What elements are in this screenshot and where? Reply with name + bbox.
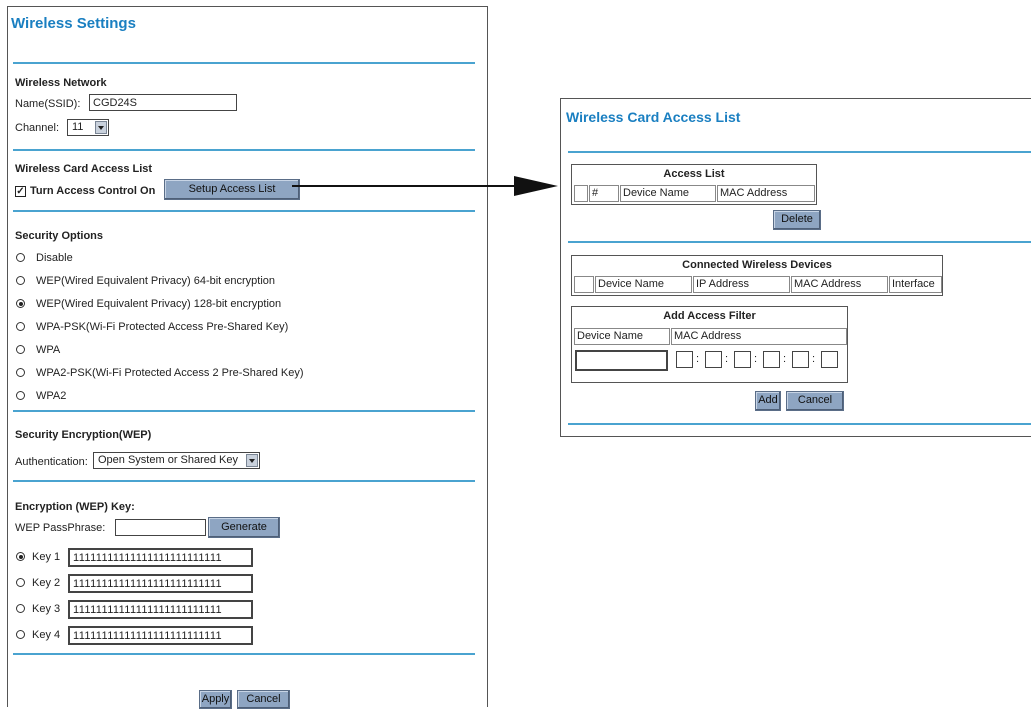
security-option-label: WPA2-PSK(Wi-Fi Protected Access 2 Pre-Sh… xyxy=(36,367,304,379)
table-header-cell: MAC Address xyxy=(791,276,888,293)
divider xyxy=(568,151,1031,153)
divider xyxy=(13,480,475,482)
security-option-radio[interactable] xyxy=(16,276,25,285)
wep-key-radio[interactable] xyxy=(16,578,25,587)
access-control-checkbox[interactable]: ✓ xyxy=(15,186,26,197)
connected-devices-table: Connected Wireless Devices Device Name I… xyxy=(571,255,943,296)
security-option-radio[interactable] xyxy=(16,322,25,331)
divider xyxy=(13,62,475,64)
wep-key-heading: Encryption (WEP) Key: xyxy=(15,501,135,513)
divider xyxy=(13,210,475,212)
wep-key-radio[interactable] xyxy=(16,552,25,561)
ssid-input[interactable]: CGD24S xyxy=(89,94,237,111)
authentication-select[interactable]: Open System or Shared Key xyxy=(93,452,260,469)
security-options-heading: Security Options xyxy=(15,230,104,242)
access-list-panel: Wireless Card Access List Access List # … xyxy=(560,98,1031,437)
wep-key-label: Key 4 xyxy=(32,629,61,641)
device-name-input[interactable] xyxy=(575,350,668,371)
table-header-cell: # xyxy=(589,185,619,202)
wep-key-input[interactable]: 11111111111111111111111111 xyxy=(68,574,253,593)
mac-address-column-label: MAC Address xyxy=(671,328,847,345)
mac-octet-input[interactable] xyxy=(763,351,780,368)
divider xyxy=(13,410,475,412)
table-header-cell: Interface xyxy=(889,276,942,293)
apply-button[interactable]: Apply xyxy=(199,690,232,709)
table-header-cell: Device Name xyxy=(620,185,716,202)
security-option-radio[interactable] xyxy=(16,345,25,354)
access-list-page-title: Wireless Card Access List xyxy=(566,109,741,125)
connected-devices-header: Connected Wireless Devices xyxy=(682,259,832,271)
mac-colon-separator: : xyxy=(783,353,787,365)
divider xyxy=(13,653,475,655)
security-option-radio[interactable] xyxy=(16,299,25,308)
security-option-radio[interactable] xyxy=(16,391,25,400)
passphrase-input[interactable] xyxy=(115,519,206,536)
arrow-connector xyxy=(292,176,558,196)
cancel-button[interactable]: Cancel xyxy=(237,690,290,709)
wep-key-label: Key 1 xyxy=(32,551,61,563)
authentication-value: Open System or Shared Key xyxy=(98,454,239,466)
delete-button[interactable]: Delete xyxy=(773,210,821,230)
security-option-label: WPA xyxy=(36,344,61,356)
security-option-radio[interactable] xyxy=(16,253,25,262)
add-filter-table: Add Access Filter Device Name MAC Addres… xyxy=(571,306,848,383)
access-list-heading: Wireless Card Access List xyxy=(15,163,153,175)
security-option-label: WPA-PSK(Wi-Fi Protected Access Pre-Share… xyxy=(36,321,289,333)
security-option-label: WEP(Wired Equivalent Privacy) 128-bit en… xyxy=(36,298,282,310)
mac-octet-input[interactable] xyxy=(734,351,751,368)
mac-octet-input[interactable] xyxy=(821,351,838,368)
generate-button[interactable]: Generate xyxy=(208,517,280,538)
wep-key-radio[interactable] xyxy=(16,630,25,639)
ssid-label: Name(SSID): xyxy=(15,98,81,110)
divider xyxy=(568,423,1031,425)
cancel-button[interactable]: Cancel xyxy=(786,391,844,411)
mac-colon-separator: : xyxy=(754,353,758,365)
divider xyxy=(568,241,1031,243)
wep-key-label: Key 3 xyxy=(32,603,61,615)
security-option-radio[interactable] xyxy=(16,368,25,377)
table-header-cell xyxy=(574,276,594,293)
table-header-cell xyxy=(574,185,588,202)
channel-label: Channel: xyxy=(15,122,60,134)
device-name-column-label: Device Name xyxy=(574,328,670,345)
chevron-down-icon xyxy=(246,454,258,467)
channel-value: 11 xyxy=(72,121,84,133)
table-header-cell: MAC Address xyxy=(717,185,815,202)
divider xyxy=(13,149,475,151)
mac-colon-separator: : xyxy=(696,353,700,365)
table-header-cell: Device Name xyxy=(595,276,692,293)
setup-access-list-button[interactable]: Setup Access List xyxy=(164,179,300,200)
security-option-label: WEP(Wired Equivalent Privacy) 64-bit enc… xyxy=(36,275,276,287)
security-option-label: WPA2 xyxy=(36,390,67,402)
arrow-head-icon xyxy=(514,176,558,196)
wep-key-label: Key 2 xyxy=(32,577,61,589)
table-header-cell: IP Address xyxy=(693,276,790,293)
mac-colon-separator: : xyxy=(725,353,729,365)
access-list-table: Access List # Device Name MAC Address xyxy=(571,164,817,205)
security-encryption-heading: Security Encryption(WEP) xyxy=(15,429,152,441)
mac-octet-input[interactable] xyxy=(792,351,809,368)
passphrase-label: WEP PassPhrase: xyxy=(15,522,106,534)
wep-key-input[interactable]: 11111111111111111111111111 xyxy=(68,600,253,619)
mac-octet-input[interactable] xyxy=(705,351,722,368)
authentication-label: Authentication: xyxy=(15,456,88,468)
add-button[interactable]: Add xyxy=(755,391,781,411)
channel-select[interactable]: 11 xyxy=(67,119,109,136)
add-filter-header: Add Access Filter xyxy=(663,310,756,322)
wireless-settings-panel: Wireless Settings Wireless Network Name(… xyxy=(7,6,488,709)
access-list-table-header: Access List xyxy=(663,168,725,180)
mac-octet-input[interactable] xyxy=(676,351,693,368)
wep-key-input[interactable]: 11111111111111111111111111 xyxy=(68,626,253,645)
wep-key-radio[interactable] xyxy=(16,604,25,613)
wireless-network-heading: Wireless Network xyxy=(15,77,107,89)
page-title: Wireless Settings xyxy=(11,15,136,32)
chevron-down-icon xyxy=(95,121,107,134)
access-control-label: Turn Access Control On xyxy=(30,185,156,197)
wep-key-input[interactable]: 11111111111111111111111111 xyxy=(68,548,253,567)
security-option-label: Disable xyxy=(36,252,73,264)
mac-colon-separator: : xyxy=(812,353,816,365)
